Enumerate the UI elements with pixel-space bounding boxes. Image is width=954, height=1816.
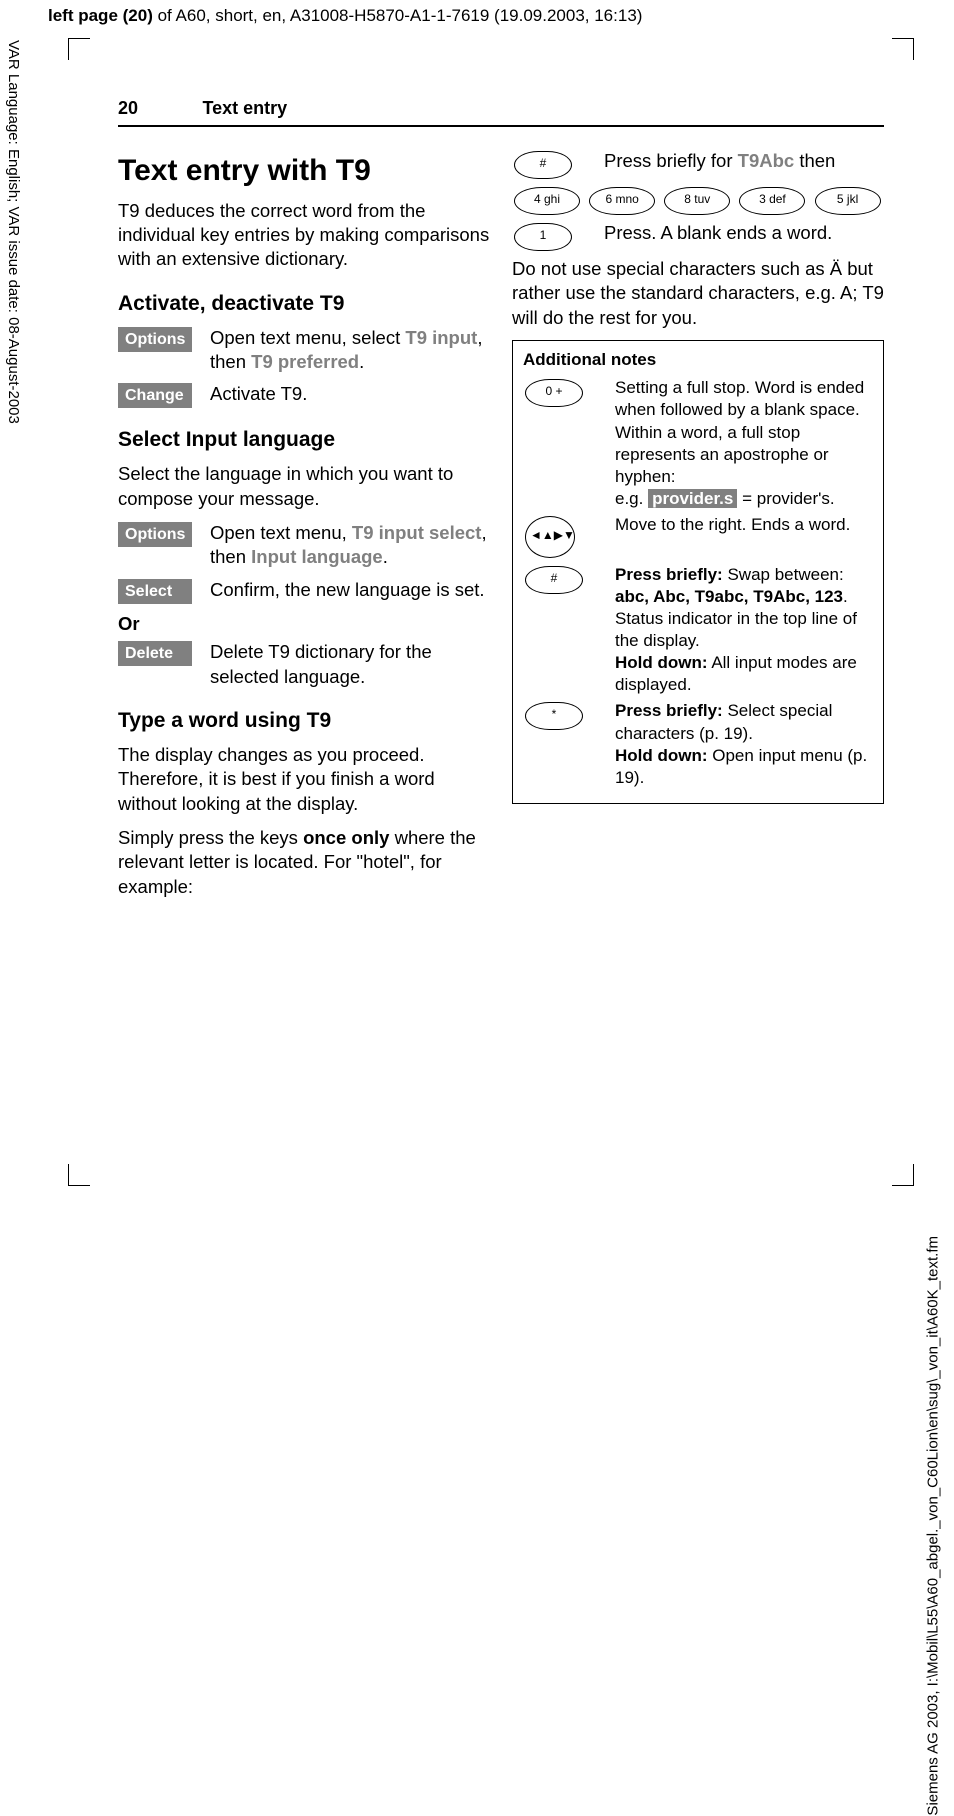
softkey-delete: Delete [118,641,192,666]
running-head: 20 Text entry [118,98,884,127]
key-0-icon: 0 + [525,379,583,407]
select-text: Confirm, the new language is set. [210,578,490,602]
hash-key-icon: # [514,151,572,179]
notes-title: Additional notes [523,349,873,371]
page-frame: 20 Text entry Text entry with T9 T9 dedu… [68,38,914,1186]
term-t9-preferred: T9 preferred [251,351,359,372]
delete-text: Delete T9 dictionary for the selected la… [210,640,490,689]
hash-brief: Press briefly: Swap between: abc, Abc, T… [615,564,873,652]
top-doc-header-rest: of A60, short, en, A31008-H5870-A1-1-761… [153,6,643,25]
term-input-language: Input language [251,546,383,567]
zero-key-text: Setting a full stop. Word is ended when … [615,377,873,487]
label-press-briefly: Press briefly: [615,701,723,720]
crop-mark [913,38,914,60]
row-nav-key: ◄▲▶▼ Move to the right. Ends a word. [523,514,873,560]
change-text: Activate T9. [210,382,490,406]
additional-notes-box: Additional notes 0 + Setting a full stop… [512,340,884,804]
heading-select-language: Select Input language [118,426,490,454]
crop-mark [892,38,914,39]
text: = provider's. [737,489,834,508]
label-hold-down: Hold down: [615,653,708,672]
left-margin-note: VAR Language: English; VAR issue date: 0… [5,40,22,560]
key-3def-icon: 3 def [739,187,805,215]
text: Simply press the keys [118,827,303,848]
one-key-text: Press. A blank ends a word. [604,221,884,245]
top-doc-header-prefix: left page (20) [48,6,153,25]
softkey-select: Select [118,579,192,604]
left-column: Text entry with T9 T9 deduces the correc… [118,145,490,909]
key-1-icon: 1 [514,223,572,251]
row-hash-key: # Press briefly for T9Abc then [512,149,884,181]
text: Press briefly for [604,150,738,171]
softkey-options: Options [118,327,192,352]
bold-once-only: once only [303,827,389,848]
page-content: 20 Text entry Text entry with T9 T9 dedu… [118,98,884,909]
or-label: Or [118,612,490,636]
label-hold-down: Hold down: [615,746,708,765]
key-sequence-row: 4 ghi 6 mno 8 tuv 3 def 5 jkl [512,185,884,217]
row-change: Change Activate T9. [118,382,490,408]
key-5jkl-icon: 5 jkl [815,187,881,215]
zero-key-example: e.g. provider.s = provider's. [615,488,873,510]
page-number: 20 [118,98,198,119]
text: then [794,150,835,171]
special-chars-paragraph: Do not use special characters such as Ä … [512,257,884,330]
nav-key-text: Move to the right. Ends a word. [615,514,873,536]
heading-text-entry-t9: Text entry with T9 [118,151,490,191]
text: . [359,351,364,372]
row-select: Select Confirm, the new language is set. [118,578,490,604]
label-press-briefly: Press briefly: [615,565,723,584]
heading-type-word: Type a word using T9 [118,707,490,735]
key-6mno-icon: 6 mno [589,187,655,215]
star-hold: Hold down: Open input menu (p. 19). [615,745,873,789]
term-t9-input: T9 input [405,327,477,348]
right-column: # Press briefly for T9Abc then 4 ghi 6 m… [512,145,884,909]
term-t9abc: T9Abc [738,150,795,171]
top-doc-header: left page (20) of A60, short, en, A31008… [0,0,954,26]
crop-mark [913,1164,914,1186]
nav-key-icon: ◄▲▶▼ [525,516,575,558]
key-8tuv-icon: 8 tuv [664,187,730,215]
softkey-change: Change [118,383,192,408]
term-t9-input-select: T9 input select [352,522,482,543]
row-hash-key-notes: # Press briefly: Swap between: abc, Abc,… [523,564,873,697]
right-margin-note: Siemens AG 2003, I:\Mobil\L55\A60_abgel.… [925,1236,942,1816]
row-star-key: * Press briefly: Select special characte… [523,700,873,788]
term-modes: abc, Abc, T9abc, T9Abc, 123 [615,587,843,606]
text: Open text menu, [210,522,352,543]
softkey-options: Options [118,522,192,547]
key-4ghi-icon: 4 ghi [514,187,580,215]
intro-paragraph: T9 deduces the correct word from the ind… [118,199,490,272]
example-highlight: provider.s [648,489,737,508]
row-options-activate: Options Open text menu, select T9 input,… [118,326,490,375]
hash-hold: Hold down: All input modes are displayed… [615,652,873,696]
page-title: Text entry [202,98,287,118]
row-delete: Delete Delete T9 dictionary for the sele… [118,640,490,689]
type-paragraph-1: The display changes as you proceed. Ther… [118,743,490,816]
type-paragraph-2: Simply press the keys once only where th… [118,826,490,899]
options-activate-text: Open text menu, select T9 input, then T9… [210,326,490,375]
hash-key-text: Press briefly for T9Abc then [604,149,884,173]
row-options-select: Options Open text menu, T9 input select,… [118,521,490,570]
star-brief: Press briefly: Select special characters… [615,700,873,744]
crop-mark [68,38,90,39]
text: Open text menu, select [210,327,405,348]
select-intro: Select the language in which you want to… [118,462,490,511]
row-zero-key: 0 + Setting a full stop. Word is ended w… [523,377,873,510]
star-key-icon: * [525,702,583,730]
crop-mark [68,1164,69,1186]
options-select-text: Open text menu, T9 input select, then In… [210,521,490,570]
text: . [383,546,388,567]
text: e.g. [615,489,648,508]
crop-mark [892,1185,914,1186]
crop-mark [68,38,69,60]
hash-key-icon: # [525,566,583,594]
row-one-key: 1 Press. A blank ends a word. [512,221,884,253]
crop-mark [68,1185,90,1186]
heading-activate: Activate, deactivate T9 [118,290,490,318]
text: Swap between: [723,565,844,584]
